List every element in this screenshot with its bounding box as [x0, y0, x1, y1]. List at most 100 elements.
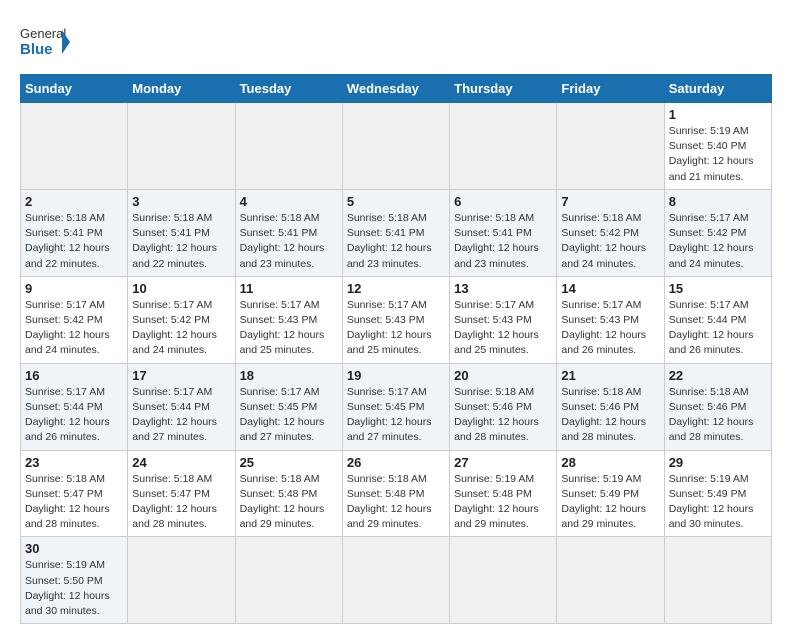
- day-number: 9: [25, 281, 123, 296]
- logo-svg: General Blue: [20, 20, 70, 64]
- calendar-cell: 2Sunrise: 5:18 AM Sunset: 5:41 PM Daylig…: [21, 189, 128, 276]
- day-number: 18: [240, 368, 338, 383]
- day-number: 29: [669, 455, 767, 470]
- calendar-cell: 13 Sunrise: 5:17 AM Sunset: 5:43 PM Dayli…: [450, 276, 557, 363]
- calendar-cell: 4 Sunrise: 5:18 AM Sunset: 5:41 PM Daylig…: [235, 189, 342, 276]
- calendar-cell: [342, 537, 449, 624]
- day-info: Sunrise: 5:18 AM Sunset: 5:48 PM Dayligh…: [240, 472, 338, 533]
- calendar-week-row: 23 Sunrise: 5:18 AM Sunset: 5:47 PM Dayli…: [21, 450, 772, 537]
- calendar-cell: 5Sunrise: 5:18 AM Sunset: 5:41 PM Daylig…: [342, 189, 449, 276]
- day-number: 1: [669, 107, 767, 122]
- calendar-cell: 29 Sunrise: 5:19 AM Sunset: 5:49 PM Dayli…: [664, 450, 771, 537]
- day-info: Sunrise: 5:18 AM Sunset: 5:46 PM Dayligh…: [454, 385, 552, 446]
- day-info: Sunrise: 5:17 AM Sunset: 5:43 PM Dayligh…: [240, 298, 338, 359]
- day-info: Sunrise: 5:19 AM Sunset: 5:49 PM Dayligh…: [669, 472, 767, 533]
- weekday-header-monday: Monday: [128, 75, 235, 103]
- calendar-week-row: 16 Sunrise: 5:17 AM Sunset: 5:44 PM Dayli…: [21, 363, 772, 450]
- calendar-cell: [557, 537, 664, 624]
- page-header: General Blue: [20, 20, 772, 64]
- day-number: 3: [132, 194, 230, 209]
- day-info: Sunrise: 5:18 AM Sunset: 5:41 PM Dayligh…: [240, 211, 338, 272]
- weekday-header-sunday: Sunday: [21, 75, 128, 103]
- calendar-week-row: 2Sunrise: 5:18 AM Sunset: 5:41 PM Daylig…: [21, 189, 772, 276]
- calendar-cell: 12 Sunrise: 5:17 AM Sunset: 5:43 PM Dayli…: [342, 276, 449, 363]
- day-number: 16: [25, 368, 123, 383]
- calendar-cell: [342, 103, 449, 190]
- day-info: Sunrise: 5:19 AM Sunset: 5:40 PM Dayligh…: [669, 124, 767, 185]
- calendar-cell: [21, 103, 128, 190]
- day-info: Sunrise: 5:17 AM Sunset: 5:43 PM Dayligh…: [561, 298, 659, 359]
- day-info: Sunrise: 5:17 AM Sunset: 5:45 PM Dayligh…: [347, 385, 445, 446]
- day-info: Sunrise: 5:17 AM Sunset: 5:42 PM Dayligh…: [25, 298, 123, 359]
- svg-text:General: General: [20, 26, 66, 41]
- calendar-cell: 11 Sunrise: 5:17 AM Sunset: 5:43 PM Dayli…: [235, 276, 342, 363]
- day-number: 4: [240, 194, 338, 209]
- day-info: Sunrise: 5:18 AM Sunset: 5:46 PM Dayligh…: [669, 385, 767, 446]
- calendar-week-row: 1 Sunrise: 5:19 AM Sunset: 5:40 PM Daylig…: [21, 103, 772, 190]
- day-info: Sunrise: 5:17 AM Sunset: 5:45 PM Dayligh…: [240, 385, 338, 446]
- weekday-header-thursday: Thursday: [450, 75, 557, 103]
- day-info: Sunrise: 5:17 AM Sunset: 5:44 PM Dayligh…: [25, 385, 123, 446]
- day-number: 20: [454, 368, 552, 383]
- day-number: 11: [240, 281, 338, 296]
- day-number: 28: [561, 455, 659, 470]
- calendar-cell: 18 Sunrise: 5:17 AM Sunset: 5:45 PM Dayli…: [235, 363, 342, 450]
- calendar-cell: 27 Sunrise: 5:19 AM Sunset: 5:48 PM Dayli…: [450, 450, 557, 537]
- day-number: 7: [561, 194, 659, 209]
- calendar-cell: 14Sunrise: 5:17 AM Sunset: 5:43 PM Dayli…: [557, 276, 664, 363]
- day-number: 22: [669, 368, 767, 383]
- calendar-week-row: 30 Sunrise: 5:19 AM Sunset: 5:50 PM Dayli…: [21, 537, 772, 624]
- day-info: Sunrise: 5:18 AM Sunset: 5:41 PM Dayligh…: [25, 211, 123, 272]
- calendar-cell: 1 Sunrise: 5:19 AM Sunset: 5:40 PM Daylig…: [664, 103, 771, 190]
- calendar-cell: 15 Sunrise: 5:17 AM Sunset: 5:44 PM Dayli…: [664, 276, 771, 363]
- calendar-cell: 10 Sunrise: 5:17 AM Sunset: 5:42 PM Dayli…: [128, 276, 235, 363]
- day-number: 13: [454, 281, 552, 296]
- calendar-cell: [664, 537, 771, 624]
- calendar-cell: 24Sunrise: 5:18 AM Sunset: 5:47 PM Dayli…: [128, 450, 235, 537]
- day-info: Sunrise: 5:19 AM Sunset: 5:48 PM Dayligh…: [454, 472, 552, 533]
- day-info: Sunrise: 5:18 AM Sunset: 5:42 PM Dayligh…: [561, 211, 659, 272]
- day-info: Sunrise: 5:17 AM Sunset: 5:44 PM Dayligh…: [669, 298, 767, 359]
- calendar-cell: [128, 103, 235, 190]
- weekday-header-row: SundayMondayTuesdayWednesdayThursdayFrid…: [21, 75, 772, 103]
- day-info: Sunrise: 5:18 AM Sunset: 5:46 PM Dayligh…: [561, 385, 659, 446]
- day-info: Sunrise: 5:18 AM Sunset: 5:47 PM Dayligh…: [132, 472, 230, 533]
- logo: General Blue: [20, 20, 70, 64]
- day-info: Sunrise: 5:18 AM Sunset: 5:41 PM Dayligh…: [132, 211, 230, 272]
- calendar-cell: [235, 103, 342, 190]
- day-number: 30: [25, 541, 123, 556]
- calendar-cell: 26 Sunrise: 5:18 AM Sunset: 5:48 PM Dayli…: [342, 450, 449, 537]
- day-info: Sunrise: 5:17 AM Sunset: 5:43 PM Dayligh…: [347, 298, 445, 359]
- calendar-cell: 16 Sunrise: 5:17 AM Sunset: 5:44 PM Dayli…: [21, 363, 128, 450]
- calendar-cell: 3 Sunrise: 5:18 AM Sunset: 5:41 PM Daylig…: [128, 189, 235, 276]
- day-info: Sunrise: 5:17 AM Sunset: 5:42 PM Dayligh…: [132, 298, 230, 359]
- day-number: 27: [454, 455, 552, 470]
- calendar-cell: [450, 103, 557, 190]
- calendar-cell: 23Sunrise: 5:18 AM Sunset: 5:47 PM Dayli…: [21, 450, 128, 537]
- day-info: Sunrise: 5:17 AM Sunset: 5:44 PM Dayligh…: [132, 385, 230, 446]
- day-number: 23: [25, 455, 123, 470]
- calendar-cell: 30 Sunrise: 5:19 AM Sunset: 5:50 PM Dayli…: [21, 537, 128, 624]
- day-info: Sunrise: 5:18 AM Sunset: 5:48 PM Dayligh…: [347, 472, 445, 533]
- calendar-cell: 25Sunrise: 5:18 AM Sunset: 5:48 PM Dayli…: [235, 450, 342, 537]
- day-number: 6: [454, 194, 552, 209]
- day-number: 12: [347, 281, 445, 296]
- day-info: Sunrise: 5:17 AM Sunset: 5:42 PM Dayligh…: [669, 211, 767, 272]
- calendar-cell: [235, 537, 342, 624]
- day-number: 26: [347, 455, 445, 470]
- day-number: 15: [669, 281, 767, 296]
- day-number: 5: [347, 194, 445, 209]
- calendar-cell: 17Sunrise: 5:17 AM Sunset: 5:44 PM Dayli…: [128, 363, 235, 450]
- calendar-cell: 20 Sunrise: 5:18 AM Sunset: 5:46 PM Dayli…: [450, 363, 557, 450]
- calendar-cell: 28Sunrise: 5:19 AM Sunset: 5:49 PM Dayli…: [557, 450, 664, 537]
- calendar-cell: 22 Sunrise: 5:18 AM Sunset: 5:46 PM Dayli…: [664, 363, 771, 450]
- day-info: Sunrise: 5:19 AM Sunset: 5:50 PM Dayligh…: [25, 558, 123, 619]
- day-number: 10: [132, 281, 230, 296]
- calendar-cell: 19Sunrise: 5:17 AM Sunset: 5:45 PM Dayli…: [342, 363, 449, 450]
- calendar-cell: 21Sunrise: 5:18 AM Sunset: 5:46 PM Dayli…: [557, 363, 664, 450]
- weekday-header-friday: Friday: [557, 75, 664, 103]
- calendar-cell: 8Sunrise: 5:17 AM Sunset: 5:42 PM Daylig…: [664, 189, 771, 276]
- weekday-header-tuesday: Tuesday: [235, 75, 342, 103]
- calendar-cell: 7 Sunrise: 5:18 AM Sunset: 5:42 PM Daylig…: [557, 189, 664, 276]
- day-info: Sunrise: 5:17 AM Sunset: 5:43 PM Dayligh…: [454, 298, 552, 359]
